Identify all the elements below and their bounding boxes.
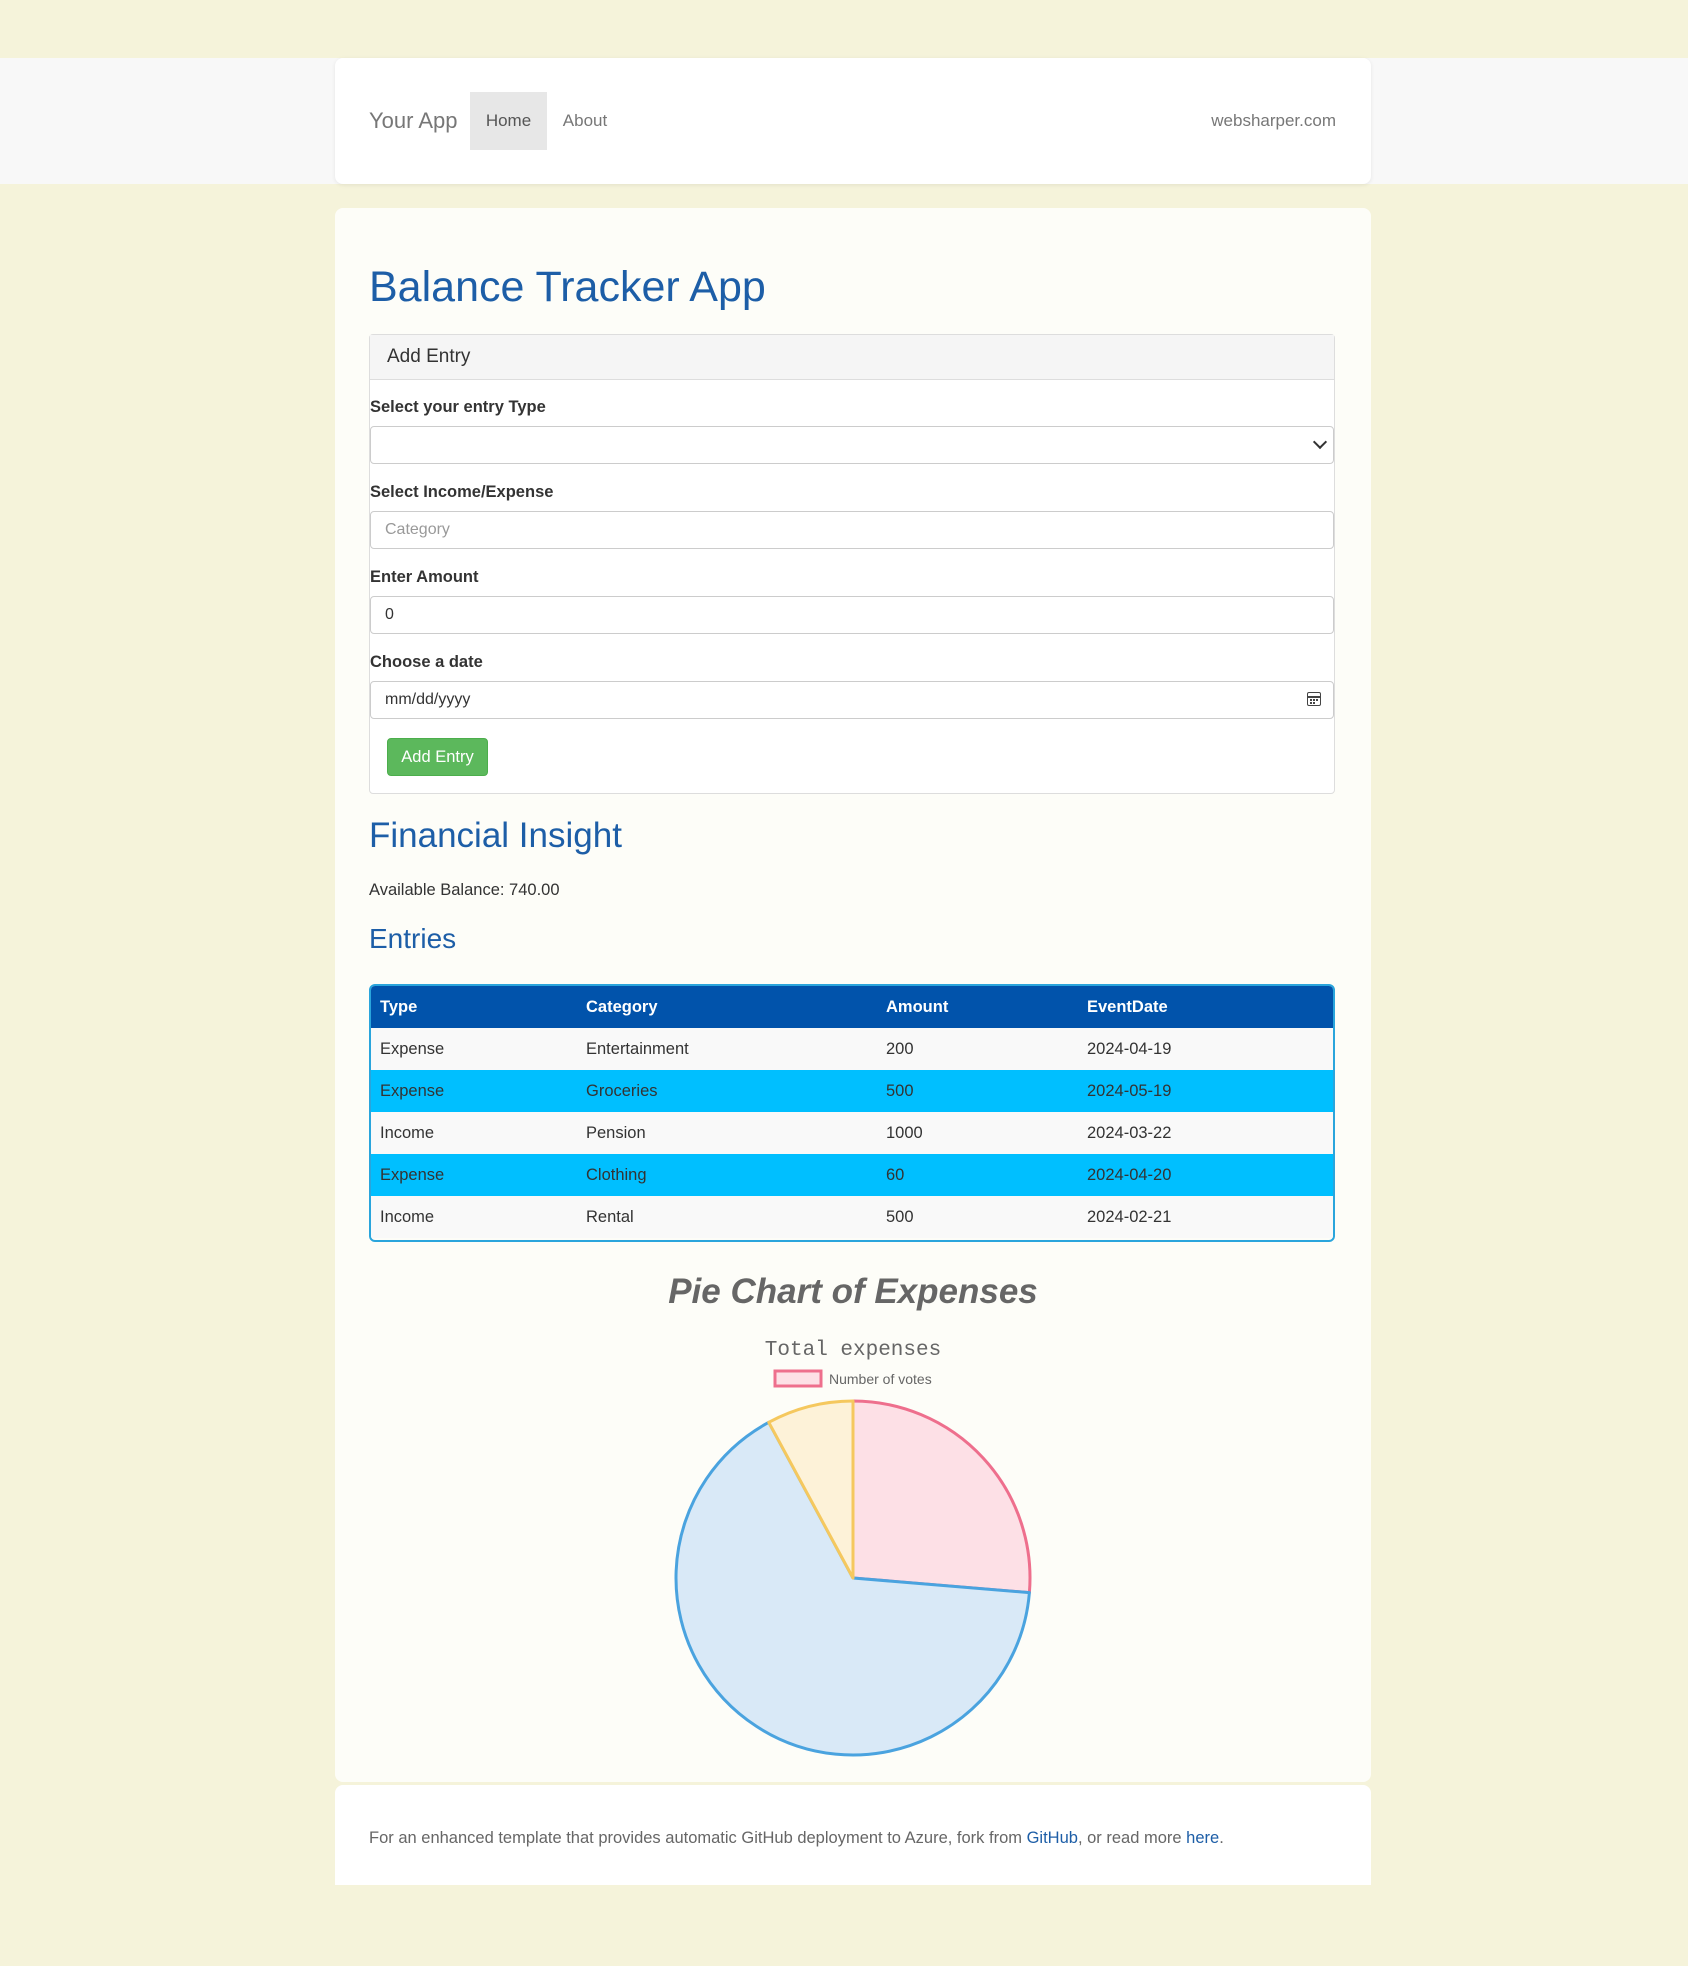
nav-about[interactable]: About <box>555 92 615 150</box>
amount-input[interactable]: 0 <box>370 596 1334 634</box>
chevron-down-icon <box>1312 434 1328 450</box>
entry-type-select[interactable] <box>370 426 1334 464</box>
cell-category: Groceries <box>577 1070 877 1112</box>
table-row: Expense Entertainment 200 2024-04-19 <box>371 1028 1333 1070</box>
cell-date: 2024-04-19 <box>1078 1028 1333 1070</box>
footer: For an enhanced template that provides a… <box>335 1785 1371 1885</box>
footer-text-after: . <box>1219 1829 1224 1847</box>
amount-value: 0 <box>385 606 394 623</box>
cell-type: Expense <box>371 1028 577 1070</box>
column-header-type: Type <box>371 986 577 1028</box>
category-label: Select Income/Expense <box>370 483 554 501</box>
entries-table: Type Category Amount EventDate Expense E… <box>369 984 1335 1242</box>
cell-amount: 500 <box>877 1196 1078 1238</box>
main-card: Balance Tracker App Add Entry Select you… <box>335 208 1371 1782</box>
cell-amount: 60 <box>877 1154 1078 1196</box>
cell-amount: 200 <box>877 1028 1078 1070</box>
calendar-icon[interactable] <box>1307 692 1321 706</box>
add-entry-panel: Add Entry Select your entry Type Select … <box>369 334 1335 794</box>
page-title: Balance Tracker App <box>369 263 766 311</box>
pie-slice-entertainment[interactable] <box>851 1399 1032 1595</box>
brand-link[interactable]: Your App <box>369 58 458 184</box>
column-header-eventdate: EventDate <box>1078 986 1333 1028</box>
amount-label: Enter Amount <box>370 568 479 586</box>
cell-amount: 500 <box>877 1070 1078 1112</box>
panel-heading: Add Entry <box>370 335 1334 380</box>
footer-text-before: For an enhanced template that provides a… <box>369 1829 1027 1847</box>
cell-type: Expense <box>371 1154 577 1196</box>
entry-type-label: Select your entry Type <box>370 398 546 416</box>
cell-type: Income <box>371 1196 577 1238</box>
date-placeholder: mm/dd/yyyy <box>385 691 471 708</box>
table-row: Expense Clothing 60 2024-04-20 <box>371 1154 1333 1196</box>
legend-label[interactable]: Number of votes <box>829 1371 932 1387</box>
nav-home[interactable]: Home <box>470 92 547 150</box>
date-input[interactable]: mm/dd/yyyy <box>370 681 1334 719</box>
cell-category: Clothing <box>577 1154 877 1196</box>
footer-text: For an enhanced template that provides a… <box>369 1829 1224 1848</box>
table-header-row: Type Category Amount EventDate <box>371 986 1333 1028</box>
available-balance: Available Balance: 740.00 <box>369 881 560 899</box>
footer-text-middle: , or read more <box>1077 1829 1187 1847</box>
cell-type: Expense <box>371 1070 577 1112</box>
github-link[interactable]: GitHub <box>1027 1829 1078 1847</box>
cell-category: Entertainment <box>577 1028 877 1070</box>
chart-legend[interactable]: Number of votes <box>773 1369 932 1388</box>
financial-insight-heading: Financial Insight <box>369 816 622 855</box>
column-header-amount: Amount <box>877 986 1078 1028</box>
here-link[interactable]: here <box>1186 1829 1219 1847</box>
add-entry-button[interactable]: Add Entry <box>387 738 488 776</box>
category-input[interactable]: Category <box>370 511 1334 549</box>
cell-date: 2024-03-22 <box>1078 1112 1333 1154</box>
pie-chart-heading: Pie Chart of Expenses <box>668 1272 1038 1311</box>
legend-swatch[interactable] <box>773 1369 823 1388</box>
cell-date: 2024-02-21 <box>1078 1196 1333 1238</box>
category-placeholder: Category <box>385 521 450 538</box>
navbar: Your App Home About websharper.com <box>335 58 1371 184</box>
cell-category: Pension <box>577 1112 877 1154</box>
date-label: Choose a date <box>370 653 483 671</box>
nav-websharper-link[interactable]: websharper.com <box>1211 58 1336 184</box>
column-header-category: Category <box>577 986 877 1028</box>
pie-slices <box>674 1399 1032 1757</box>
cell-amount: 1000 <box>877 1112 1078 1154</box>
cell-date: 2024-04-20 <box>1078 1154 1333 1196</box>
cell-category: Rental <box>577 1196 877 1238</box>
chart-title: Total expenses <box>765 1339 941 1362</box>
table-row: Expense Groceries 500 2024-05-19 <box>371 1070 1333 1112</box>
cell-type: Income <box>371 1112 577 1154</box>
table-row: Income Pension 1000 2024-03-22 <box>371 1112 1333 1154</box>
entries-heading: Entries <box>369 923 457 954</box>
table-row: Income Rental 500 2024-02-21 <box>371 1196 1333 1238</box>
cell-date: 2024-05-19 <box>1078 1070 1333 1112</box>
